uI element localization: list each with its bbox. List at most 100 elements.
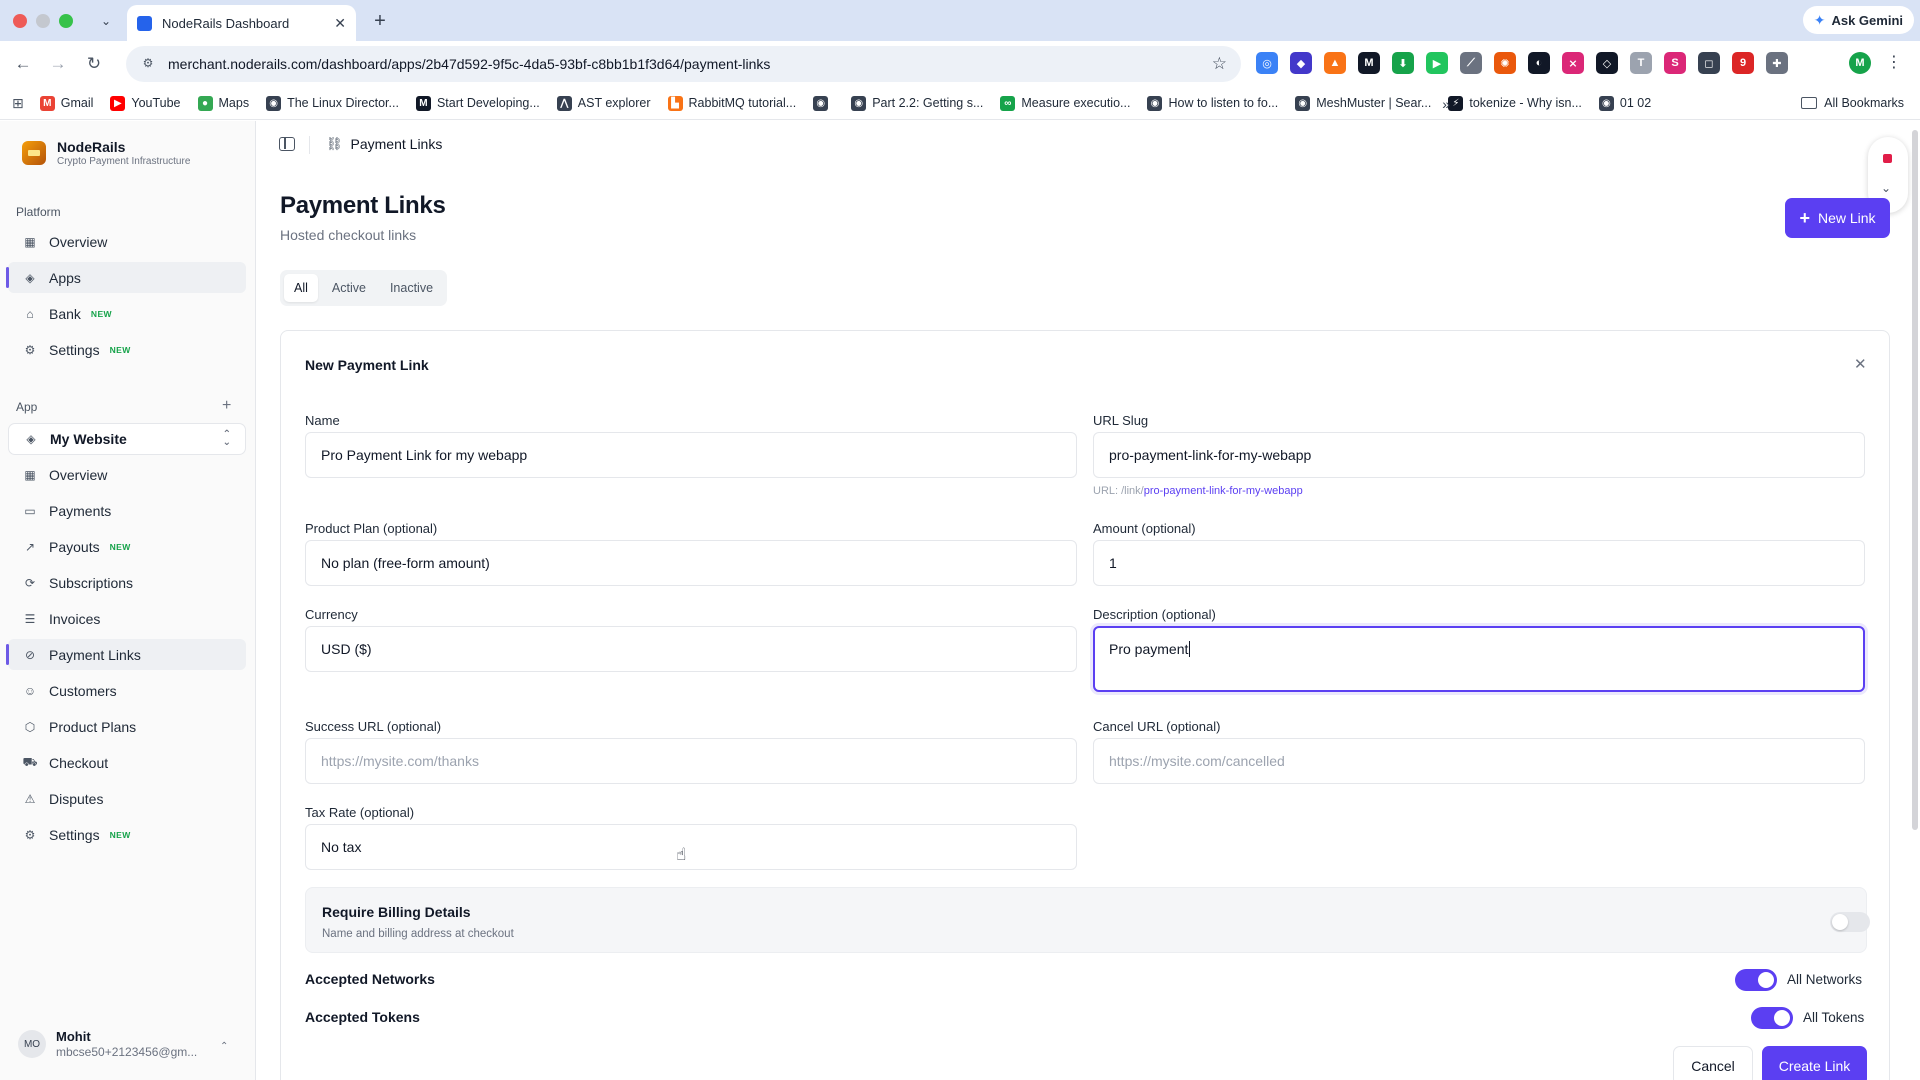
bookmark-item[interactable]: ▙ RabbitMQ tutorial... <box>667 95 796 111</box>
extension-icon[interactable]: ◎ <box>1256 52 1278 74</box>
sidebar-item-bank[interactable]: ⌂ Bank NEW <box>8 298 246 329</box>
chevron-down-icon[interactable]: ⌄ <box>1881 181 1891 195</box>
sidebar-item-disputes[interactable]: ⚠ Disputes <box>8 783 246 814</box>
extension-icon[interactable]: 9 <box>1732 52 1754 74</box>
bookmark-item[interactable]: ◉ Part 2.2: Getting s... <box>851 95 983 111</box>
sidebar-item-overview[interactable]: ▦ Overview <box>8 459 246 490</box>
success-url-input[interactable]: https://mysite.com/thanks <box>305 738 1077 784</box>
extension-icon[interactable]: ◇ <box>1596 52 1618 74</box>
all-tokens-label: All Tokens <box>1803 1010 1865 1025</box>
extension-icon[interactable]: ◻ <box>1698 52 1720 74</box>
tax-rate-select[interactable]: No tax <box>305 824 1077 870</box>
billing-details-toggle[interactable] <box>1830 912 1870 932</box>
require-billing-details-row: Require Billing Details Name and billing… <box>305 887 1870 953</box>
sidebar-item-customers[interactable]: ☺ Customers <box>8 675 246 706</box>
create-link-button[interactable]: Create Link <box>1762 1046 1867 1080</box>
extension-icon[interactable]: ✺ <box>1494 52 1516 74</box>
extension-icon[interactable]: T <box>1630 52 1652 74</box>
tab-search-chevron-icon[interactable]: ⌄ <box>94 9 118 33</box>
page-scrollbar[interactable] <box>1912 130 1918 830</box>
tab-all[interactable]: All <box>284 274 318 302</box>
url-slug-input[interactable]: pro-payment-link-for-my-webapp <box>1093 432 1865 478</box>
cancel-button[interactable]: Cancel <box>1673 1046 1753 1080</box>
product-plan-select[interactable]: No plan (free-form amount) <box>305 540 1077 586</box>
cancel-url-input[interactable]: https://mysite.com/cancelled <box>1093 738 1865 784</box>
extension-icon[interactable]: M <box>1358 52 1380 74</box>
all-networks-toggle[interactable] <box>1735 969 1777 991</box>
extension-icon[interactable]: ▶ <box>1426 52 1448 74</box>
more-bookmarks-icon[interactable]: » <box>1442 96 1450 112</box>
bookmark-item[interactable]: M Gmail <box>39 95 93 111</box>
sidebar-item-product-plans[interactable]: ⬡ Product Plans <box>8 711 246 742</box>
stop-recording-icon[interactable] <box>1883 154 1892 163</box>
bookmark-item[interactable]: ◉ The Linux Director... <box>266 95 399 111</box>
maximize-window-button[interactable] <box>59 14 73 28</box>
bookmark-item[interactable]: M Start Developing... <box>415 95 540 111</box>
url-slug-hint: URL: /link/pro-payment-link-for-my-webap… <box>1093 485 1303 497</box>
sidebar-item-settings[interactable]: ⚙ Settings NEW <box>8 334 246 365</box>
bookmark-item[interactable]: ◉ How to listen to fo... <box>1147 95 1278 111</box>
download-extension-icon[interactable]: ⬇ <box>1392 52 1414 74</box>
sidebar-item-checkout[interactable]: ⛟ Checkout <box>8 747 246 778</box>
metamask-extension-icon[interactable]: ▲ <box>1324 52 1346 74</box>
bookmark-item[interactable]: ◉ MeshMuster | Sear... <box>1295 95 1431 111</box>
back-arrow-icon[interactable]: ← <box>11 52 35 76</box>
extensions-puzzle-icon[interactable]: ✚ <box>1766 52 1788 74</box>
close-window-button[interactable] <box>13 14 27 28</box>
currency-select[interactable]: USD ($) <box>305 626 1077 672</box>
brand[interactable]: NodeRails Crypto Payment Infrastructure <box>22 139 190 167</box>
new-tab-button[interactable]: + <box>368 9 392 33</box>
user-menu[interactable]: MO Mohit mbcse50+2123456@gm... <box>18 1029 197 1059</box>
tab-active[interactable]: Active <box>322 274 376 302</box>
bookmark-item[interactable]: ◉ 01 02 <box>1598 95 1651 111</box>
minimize-window-button[interactable] <box>36 14 50 28</box>
sidebar-item-subscriptions[interactable]: ⟳ Subscriptions <box>8 567 246 598</box>
all-tokens-toggle[interactable] <box>1751 1007 1793 1029</box>
new-link-label: New Link <box>1817 210 1876 226</box>
chevron-up-icon[interactable]: ⌃ <box>220 1041 228 1052</box>
bookmark-item[interactable]: ∞ Measure executio... <box>1000 95 1130 111</box>
site-info-icon[interactable]: ⚙ <box>140 56 156 72</box>
extension-icon[interactable]: S <box>1664 52 1686 74</box>
reload-icon[interactable]: ↻ <box>82 52 106 76</box>
name-input[interactable]: Pro Payment Link for my webapp <box>305 432 1077 478</box>
forward-arrow-icon[interactable]: → <box>46 52 70 76</box>
bookmark-item[interactable]: ⋀ AST explorer <box>556 95 651 111</box>
browser-tab-active[interactable]: NodeRails Dashboard ✕ <box>127 5 356 41</box>
sidebar-item-payments[interactable]: ▭ Payments <box>8 495 246 526</box>
sidebar-item-settings[interactable]: ⚙ Settings NEW <box>8 819 246 850</box>
extension-icon[interactable]: ◆ <box>1290 52 1312 74</box>
all-bookmarks-button[interactable]: All Bookmarks <box>1801 96 1904 110</box>
bookmark-item[interactable]: ● Maps <box>197 95 249 111</box>
apps-grid-icon[interactable]: ⊞ <box>12 95 24 112</box>
address-bar[interactable]: ⚙ merchant.noderails.com/dashboard/apps/… <box>126 46 1241 82</box>
platform-section-label: Platform <box>16 205 61 219</box>
sidebar-item-payouts[interactable]: ↗ Payouts NEW <box>8 531 246 562</box>
sidebar-toggle-icon[interactable] <box>279 137 295 151</box>
sidebar-item-overview[interactable]: ▦ Overview <box>8 226 246 257</box>
ask-gemini-button[interactable]: ✦ Ask Gemini <box>1802 6 1914 34</box>
browser-menu-icon[interactable]: ⋮ <box>1886 52 1902 72</box>
extension-icon[interactable]: ⨯ <box>1562 52 1584 74</box>
profile-avatar[interactable]: M <box>1849 52 1871 74</box>
address-bar-url[interactable]: merchant.noderails.com/dashboard/apps/2b… <box>168 56 1212 72</box>
amount-input[interactable]: 1 <box>1093 540 1865 586</box>
add-app-icon[interactable]: + <box>222 397 231 415</box>
tab-inactive[interactable]: Inactive <box>380 274 443 302</box>
new-badge: NEW <box>109 541 131 552</box>
app-selector[interactable]: ◈ My Website ⌃ ⌄ <box>8 423 246 455</box>
sidebar-item-apps[interactable]: ◈ Apps <box>6 262 246 293</box>
sidebar-item-payment-links[interactable]: ⊘ Payment Links <box>6 639 246 670</box>
tab-close-icon[interactable]: ✕ <box>334 15 346 32</box>
extension-icon[interactable]: ⟋ <box>1460 52 1482 74</box>
extension-icon[interactable]: ◐ <box>1528 52 1550 74</box>
sidebar-item-invoices[interactable]: ☰ Invoices <box>8 603 246 634</box>
extensions-row: ◎ ◆ ▲ M ⬇ ▶ ⟋ ✺ ◐ ⨯ ◇ T S ◻ 9 ✚ <box>1256 52 1788 74</box>
description-textarea[interactable]: Pro payment <box>1093 626 1865 692</box>
bookmark-item[interactable]: ▶ YouTube <box>110 95 181 111</box>
bookmark-item[interactable]: ⚡ tokenize - Why isn... <box>1448 95 1582 111</box>
close-icon[interactable]: ✕ <box>1854 355 1867 373</box>
new-link-button[interactable]: + New Link <box>1785 198 1890 238</box>
bookmark-item[interactable]: ◉ <box>813 95 834 111</box>
bookmark-star-icon[interactable]: ☆ <box>1212 54 1227 74</box>
